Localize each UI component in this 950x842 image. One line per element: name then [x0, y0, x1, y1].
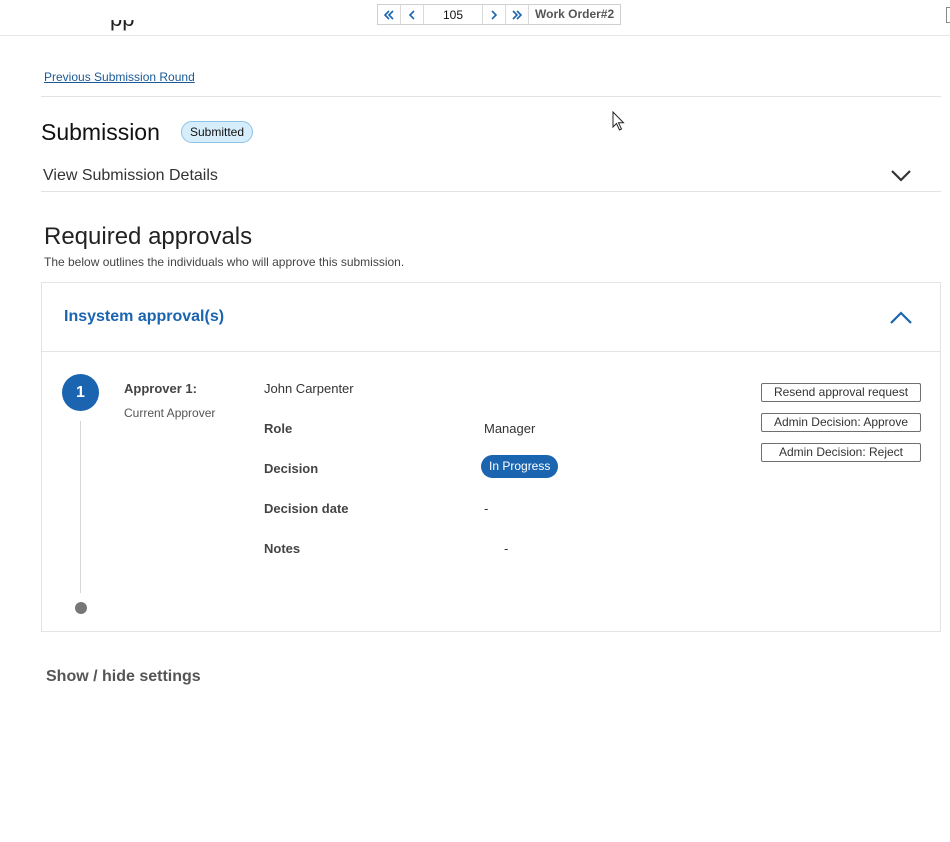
mouse-cursor-icon: [612, 111, 625, 131]
panel-header[interactable]: Insystem approval(s): [42, 283, 940, 352]
required-approvals-description: The below outlines the individuals who w…: [44, 255, 405, 269]
pager-bar: pp Work Order#2: [0, 0, 950, 36]
approver-sublabel: Current Approver: [124, 406, 216, 420]
scrolled-heading-fragment: pp: [110, 20, 190, 36]
admin-approve-button[interactable]: Admin Decision: Approve: [761, 413, 921, 432]
decision-status-badge: In Progress: [481, 455, 559, 478]
next-page-button[interactable]: [483, 5, 506, 24]
notes-value: -: [504, 541, 509, 556]
approver-label: Approver 1:: [124, 381, 197, 396]
double-chevron-right-icon: [512, 9, 523, 20]
required-approvals-title: Required approvals: [44, 223, 253, 250]
step-number-badge: 1: [62, 374, 99, 411]
chevron-right-icon: [491, 9, 498, 20]
submission-title: Submission: [41, 119, 160, 145]
role-value: Manager: [484, 421, 536, 436]
chevron-down-icon[interactable]: [889, 166, 913, 186]
approver-name: John Carpenter: [264, 381, 354, 396]
record-pager: Work Order#2: [377, 4, 622, 25]
panel-title: Insystem approval(s): [64, 308, 225, 325]
chevron-left-icon: [408, 9, 415, 20]
page-number-input[interactable]: [424, 5, 483, 24]
divider: [41, 96, 941, 97]
last-page-button[interactable]: [506, 5, 529, 24]
view-submission-details-toggle[interactable]: View Submission Details: [43, 167, 218, 185]
step-end-dot: [75, 602, 87, 614]
double-chevron-left-icon: [383, 9, 394, 20]
step-connector-line: [80, 421, 81, 593]
previous-submission-round-link[interactable]: Previous Submission Round: [44, 70, 195, 84]
decision-date-label: Decision date: [264, 501, 349, 516]
resend-approval-request-button[interactable]: Resend approval request: [761, 383, 921, 402]
role-label: Role: [264, 421, 293, 436]
scroll-edge-widget[interactable]: [946, 7, 950, 23]
submission-status-badge: Submitted: [181, 121, 254, 143]
notes-label: Notes: [264, 541, 301, 556]
decision-label: Decision: [264, 461, 319, 476]
previous-page-button[interactable]: [401, 5, 424, 24]
first-page-button[interactable]: [378, 5, 401, 24]
chevron-up-icon[interactable]: [888, 307, 914, 329]
admin-reject-button[interactable]: Admin Decision: Reject: [761, 443, 921, 462]
divider: [41, 191, 941, 192]
insystem-approvals-panel: Insystem approval(s) 1 Approver 1: Curre…: [41, 282, 941, 632]
record-label: Work Order#2: [535, 7, 615, 21]
show-hide-settings-toggle[interactable]: Show / hide settings: [46, 668, 201, 686]
decision-date-value: -: [484, 501, 489, 516]
